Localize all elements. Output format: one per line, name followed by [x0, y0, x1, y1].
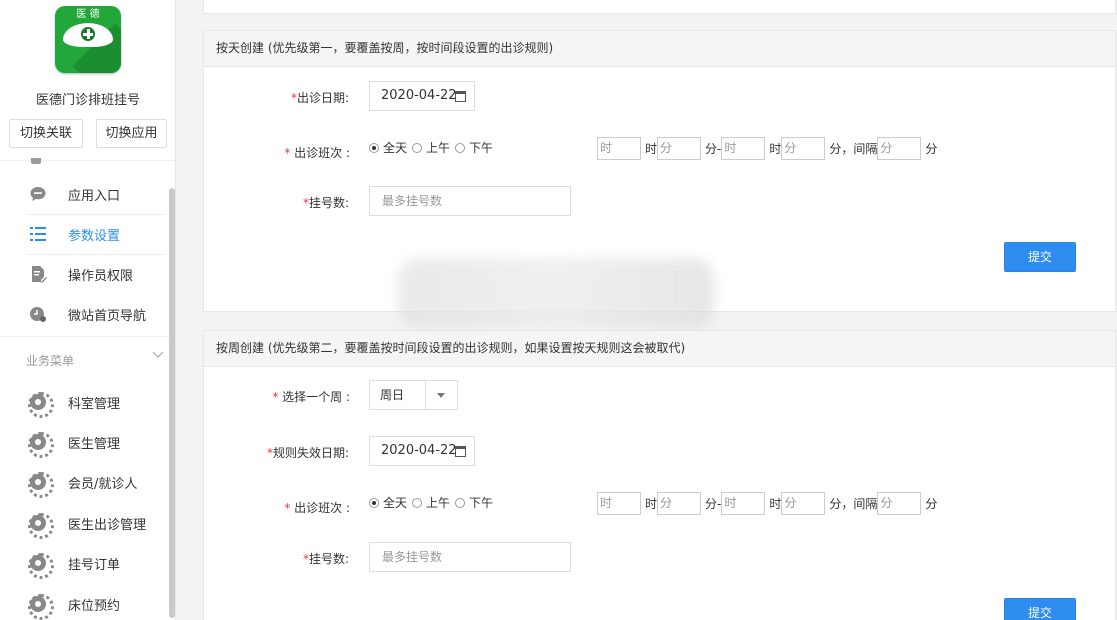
start-hour-input[interactable]: 时 [597, 137, 641, 160]
by-week-panel: 按周创建 (优先级第二，要覆盖按时间段设置的出诊规则，如果设置按天规则这会被取代… [203, 330, 1116, 620]
calendar-icon [455, 446, 466, 457]
switch-app-button[interactable]: 切换应用 [96, 119, 167, 148]
sidebar-item-label: 会员/就诊人 [68, 476, 138, 492]
sidebar-item-label: 医生管理 [68, 436, 121, 452]
app-name: 医德门诊排班挂号 [35, 93, 140, 108]
registration-count-input[interactable]: 最多挂号数 [369, 542, 571, 572]
start-minute-input[interactable]: 分 [657, 492, 702, 515]
sidebar-item-label: 微站首页导航 [68, 308, 147, 324]
end-hour-input[interactable]: 时 [721, 492, 766, 515]
sidebar-scrollbar[interactable] [169, 188, 175, 618]
sidebar-item-operator-permissions[interactable]: 操作员权限 [26, 254, 166, 294]
shift-label: * 出诊班次 : [284, 501, 350, 515]
week-select[interactable]: 周日 [369, 380, 458, 410]
partial-menu-icon [31, 158, 41, 164]
dropdown-arrow-icon [425, 381, 457, 409]
expire-date-picker[interactable]: 2020-04-22 [369, 436, 475, 466]
time-range-row: 时 时 分 分- 时 时 分 分，间隔 分 分 [597, 492, 937, 515]
section-label-business: 业务菜单 [26, 354, 75, 368]
end-hour-input[interactable]: 时 [721, 137, 766, 160]
gear-icon [28, 513, 54, 539]
interval-input[interactable]: 分 [877, 137, 922, 160]
chevron-down-icon[interactable] [152, 348, 164, 358]
gear-icon [28, 472, 54, 498]
logo-text: 医 德 [76, 9, 100, 20]
sidebar-item-label: 科室管理 [68, 396, 121, 412]
sidebar-item-registration-orders[interactable]: 挂号订单 [26, 543, 166, 583]
shift-radio-group: 全天 上午 下午 [369, 494, 498, 511]
shift-label: * 出诊班次 : [284, 146, 350, 160]
nav-separator [0, 336, 175, 337]
sidebar-item-label: 应用入口 [68, 188, 121, 204]
time-range-row: 时 时 分 分- 时 时 分 分，间隔 分 分 [597, 137, 937, 160]
app-logo: 医 德 [55, 6, 121, 73]
medical-cross-icon [79, 25, 97, 43]
by-week-title: 按周创建 (优先级第二，要覆盖按时间段设置的出诊规则，如果设置按天规则这会被取代… [204, 331, 1115, 367]
radio-morning[interactable] [412, 142, 423, 153]
interval-input[interactable]: 分 [877, 492, 922, 515]
sidebar-item-label: 操作员权限 [68, 268, 134, 284]
count-label: *挂号数: [302, 552, 349, 566]
by-day-title: 按天创建 (优先级第一，要覆盖按周，按时间段设置的出诊规则) [204, 31, 1115, 67]
radio-all-day[interactable] [369, 497, 379, 508]
switch-link-button[interactable]: 切换关联 [9, 119, 83, 148]
sidebar-item-label: 挂号订单 [68, 557, 121, 573]
sidebar-item-label: 参数设置 [68, 228, 121, 244]
sidebar-item-label: 医生出诊管理 [68, 517, 147, 533]
sidebar-item-label: 床位预约 [68, 598, 121, 614]
previous-panel [203, 0, 1116, 14]
sidebar-item-homepage-nav[interactable]: 微站首页导航 [26, 294, 166, 334]
radio-all-day[interactable] [369, 142, 379, 153]
chat-icon [28, 184, 48, 204]
submit-button[interactable]: 提交 [1004, 242, 1076, 272]
radio-afternoon[interactable] [455, 497, 466, 508]
expire-date-label: *规则失效日期: [266, 446, 349, 460]
list-icon [28, 224, 48, 244]
sidebar-item-app-entry[interactable]: 应用入口 [26, 174, 166, 214]
date-label: *出诊日期: [290, 91, 349, 105]
gear-icon [28, 392, 54, 418]
start-hour-input[interactable]: 时 [597, 492, 641, 515]
redacted-overlay [398, 258, 714, 328]
count-label: *挂号数: [302, 196, 349, 210]
end-minute-input[interactable]: 分 [781, 137, 826, 160]
sidebar-item-doctors[interactable]: 医生管理 [26, 422, 166, 462]
sidebar-item-department[interactable]: 科室管理 [26, 382, 166, 422]
gear-icon [28, 432, 54, 458]
sidebar-item-members-patients[interactable]: 会员/就诊人 [26, 462, 166, 502]
sidebar-divider [0, 160, 175, 161]
radio-morning[interactable] [412, 497, 423, 508]
gear-icon [28, 553, 54, 579]
end-minute-input[interactable]: 分 [781, 492, 826, 515]
radio-afternoon[interactable] [455, 142, 466, 153]
week-label: * 选择一个周 : [272, 390, 350, 404]
sidebar: 医 德 医德门诊排班挂号 切换关联 切换应用 应用入口 参数设置 操作员权限 微… [0, 0, 176, 620]
clock-user-icon [28, 304, 48, 324]
registration-count-input[interactable]: 最多挂号数 [369, 186, 571, 216]
calendar-icon [455, 91, 466, 102]
gear-icon [28, 594, 54, 620]
sidebar-item-bed-booking[interactable]: 床位预约 [26, 584, 166, 620]
document-edit-icon [28, 264, 48, 284]
start-minute-input[interactable]: 分 [657, 137, 702, 160]
sidebar-item-doctor-schedule[interactable]: 医生出诊管理 [26, 503, 166, 543]
submit-button[interactable]: 提交 [1004, 598, 1076, 620]
sidebar-item-parameter-settings[interactable]: 参数设置 [26, 214, 166, 254]
visit-date-picker[interactable]: 2020-04-22 [369, 81, 475, 111]
shift-radio-group: 全天 上午 下午 [369, 139, 498, 156]
